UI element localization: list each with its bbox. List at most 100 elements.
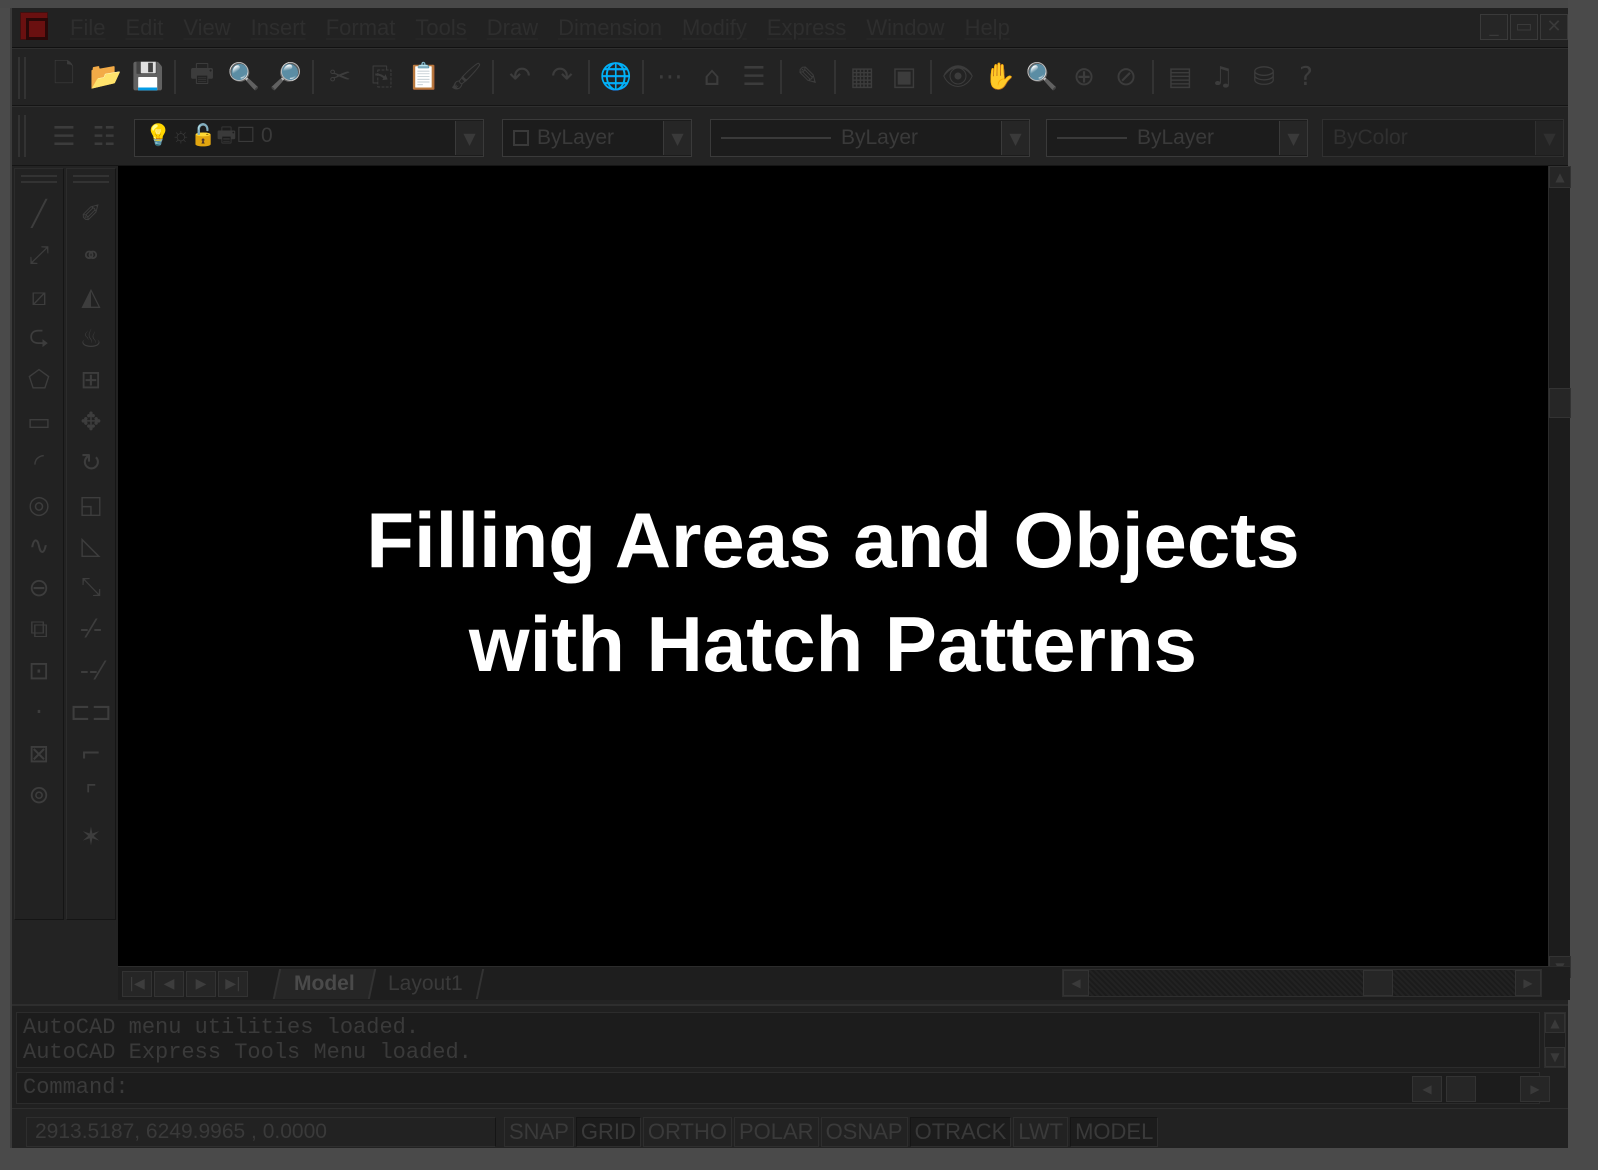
menu-window[interactable]: Window	[856, 15, 954, 41]
help-icon[interactable]: ?	[1288, 59, 1324, 95]
construction-line-icon[interactable]: ⤢	[19, 235, 59, 277]
menu-file[interactable]: File	[60, 15, 115, 41]
menu-express[interactable]: Express	[757, 15, 856, 41]
vertical-scrollbar[interactable]: ▲ ▼	[1548, 166, 1571, 978]
scroll-left-icon[interactable]: ◀	[1063, 970, 1089, 996]
print-icon[interactable]: 🖶	[184, 59, 220, 95]
make-layer-current-icon[interactable]: ☷	[86, 119, 122, 155]
ucs-icon[interactable]: ⌂	[694, 59, 730, 95]
fillet-icon[interactable]: ⌜	[71, 774, 111, 816]
command-scrollbar[interactable]: ▲ ▼	[1544, 1012, 1566, 1068]
chamfer-icon[interactable]: ⌐	[71, 733, 111, 775]
menu-edit[interactable]: Edit	[115, 15, 173, 41]
properties-icon[interactable]: ▦	[844, 59, 880, 95]
scroll-up-icon[interactable]: ▲	[1545, 1013, 1565, 1033]
scroll-up-icon[interactable]: ▲	[1549, 166, 1571, 188]
color-dropdown[interactable]: ByLayer ▼	[502, 119, 692, 157]
paste-icon[interactable]: 📋	[406, 59, 442, 95]
polyline-icon[interactable]: ⧄	[19, 276, 59, 318]
first-tab-icon[interactable]: |◀	[122, 971, 152, 997]
graph-icon[interactable]: ♫	[1204, 59, 1240, 95]
new-icon[interactable]: 🗋	[46, 59, 82, 95]
chevron-down-icon[interactable]: ▼	[1535, 121, 1563, 155]
break-icon[interactable]: ⊏⊐	[70, 691, 112, 733]
chevron-down-icon[interactable]: ▼	[1279, 121, 1307, 155]
hatch-icon[interactable]: ·	[19, 691, 59, 733]
line-icon[interactable]: ╱	[19, 193, 59, 235]
menu-help[interactable]: Help	[955, 15, 1020, 41]
scroll-right-icon[interactable]: ▶	[1515, 970, 1541, 996]
close-button[interactable]: ✕	[1540, 14, 1568, 40]
scroll-right-icon[interactable]: ▶	[1520, 1076, 1550, 1102]
zoom-window-icon[interactable]: ⊕	[1066, 59, 1102, 95]
spline-icon[interactable]: ◎	[19, 484, 59, 526]
next-tab-icon[interactable]: ▶	[186, 971, 216, 997]
model-toggle[interactable]: MODEL	[1070, 1117, 1159, 1147]
designcenter-icon[interactable]: ✎	[790, 59, 826, 95]
horizontal-scroll-thumb[interactable]	[1363, 970, 1393, 996]
toolbar-grip[interactable]	[18, 57, 26, 99]
restore-button[interactable]: ▭	[1510, 14, 1538, 40]
copy-object-icon[interactable]: ⚭	[71, 235, 111, 277]
menu-insert[interactable]: Insert	[241, 15, 316, 41]
drawing-area[interactable]: Filling Areas and Objects with Hatch Pat…	[118, 166, 1548, 978]
multiline-text-icon[interactable]: ⊚	[19, 774, 59, 816]
move-icon[interactable]: ✥	[71, 401, 111, 443]
tools-icon[interactable]: ☰	[736, 59, 772, 95]
open-icon[interactable]: 📂	[88, 59, 124, 95]
publish-icon[interactable]: 🔎	[268, 59, 304, 95]
osnap-toggle[interactable]: OSNAP	[820, 1117, 908, 1147]
circle-icon[interactable]: ◜	[19, 442, 59, 484]
coordinate-readout[interactable]: 2913.5187, 6249.9965 , 0.0000	[26, 1117, 496, 1147]
menu-view[interactable]: View	[173, 15, 240, 41]
layer-dropdown[interactable]: 💡☼🔓🖶☐ 0 ▼	[134, 119, 484, 157]
plotstyle-dropdown[interactable]: ByColor ▼	[1322, 119, 1564, 157]
grid-toggle[interactable]: GRID	[575, 1117, 641, 1147]
zoom-previous-icon[interactable]: ⊘	[1108, 59, 1144, 95]
ellipse-icon[interactable]: ∿	[19, 525, 59, 567]
undo-icon[interactable]: ↶	[502, 59, 538, 95]
scale-icon[interactable]: ◱	[71, 484, 111, 526]
browser-icon[interactable]: 🌐	[598, 59, 634, 95]
lwt-toggle[interactable]: LWT	[1013, 1117, 1069, 1147]
zoom-realtime-icon[interactable]: 🔍	[1024, 59, 1060, 95]
stretch-icon[interactable]: ◺	[71, 525, 111, 567]
vertical-scroll-thumb[interactable]	[1549, 388, 1571, 418]
dbconnect-icon[interactable]: ▣	[886, 59, 922, 95]
lineweight-dropdown[interactable]: ByLayer ▼	[1046, 119, 1308, 157]
redo-icon[interactable]: ↷	[544, 59, 580, 95]
horizontal-scrollbar[interactable]: ◀ ▶	[1062, 969, 1542, 997]
scroll-thumb[interactable]	[1446, 1076, 1476, 1102]
autocad-app-icon[interactable]	[20, 12, 48, 40]
lengthen-icon[interactable]: ⤡	[71, 567, 111, 609]
menu-modify[interactable]: Modify	[672, 15, 757, 41]
matchprop-icon[interactable]: 🖌	[448, 59, 484, 95]
polygon-icon[interactable]: ⮎	[19, 318, 59, 360]
minimize-button[interactable]: _	[1480, 14, 1508, 40]
command-input[interactable]	[143, 1075, 1413, 1101]
menu-tools[interactable]: Tools	[405, 15, 476, 41]
snap-toggle[interactable]: SNAP	[504, 1117, 574, 1147]
trim-icon[interactable]: -⁄-	[71, 608, 111, 650]
menu-dimension[interactable]: Dimension	[548, 15, 672, 41]
copy-icon[interactable]: ⎘	[364, 59, 400, 95]
otrack-toggle[interactable]: OTRACK	[909, 1117, 1012, 1147]
layer-manager-icon[interactable]: ☰	[46, 119, 82, 155]
chevron-down-icon[interactable]: ▼	[663, 121, 691, 155]
pan-icon[interactable]: ✋	[982, 59, 1018, 95]
extend-icon[interactable]: --⁄	[71, 650, 111, 692]
scroll-left-icon[interactable]: ◀	[1412, 1076, 1442, 1102]
mirror-icon[interactable]: ◭	[71, 276, 111, 318]
rotate-icon[interactable]: ↻	[71, 442, 111, 484]
namedviews-icon[interactable]: 👁	[940, 59, 976, 95]
offset-icon[interactable]: ♨	[71, 318, 111, 360]
polar-toggle[interactable]: POLAR	[733, 1117, 819, 1147]
make-block-icon[interactable]: ⧉	[19, 608, 59, 650]
insert-block-icon[interactable]: ⊖	[19, 567, 59, 609]
chevron-down-icon[interactable]: ▼	[1001, 121, 1029, 155]
scroll-down-icon[interactable]: ▼	[1545, 1047, 1565, 1067]
region-icon[interactable]: ⊠	[19, 733, 59, 775]
layout-icon[interactable]: ▤	[1162, 59, 1198, 95]
tab-layout1[interactable]: Layout1	[368, 969, 484, 999]
linetype-dropdown[interactable]: ByLayer ▼	[710, 119, 1030, 157]
